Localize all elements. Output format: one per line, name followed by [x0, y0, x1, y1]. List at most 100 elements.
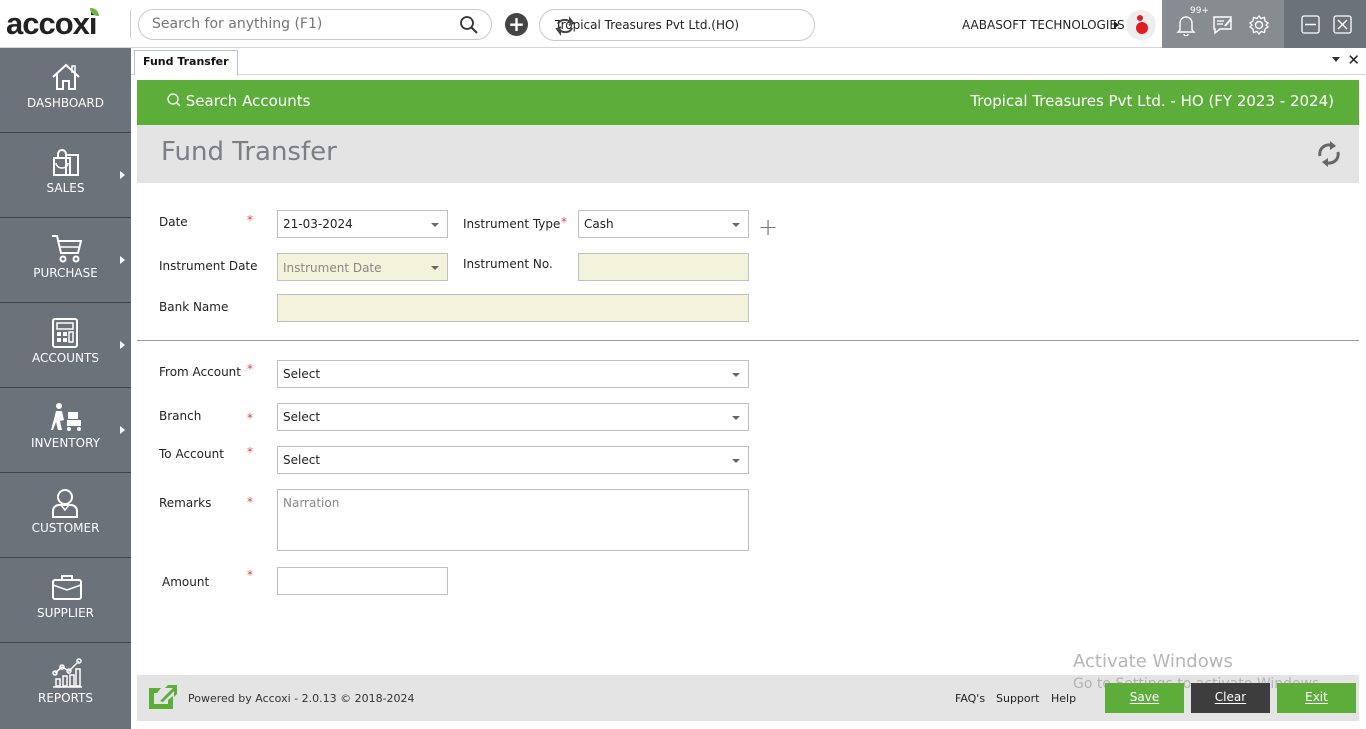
calculator-icon	[52, 318, 78, 348]
instrument-no-label: Instrument No.	[463, 257, 553, 271]
sidebar-item-label: SUPPLIER	[36, 606, 95, 620]
chevron-down-icon	[732, 223, 740, 227]
sidebar-item-label: SALES	[46, 181, 85, 195]
user-menu-caret-icon[interactable]	[1114, 21, 1119, 29]
company-fy-label: Tropical Treasures Pvt Ltd. - HO (FY 202…	[970, 92, 1334, 110]
required-mark: *	[247, 495, 253, 509]
exit-label: Exit	[1305, 690, 1328, 704]
date-label: Date	[159, 215, 188, 229]
bank-name-input[interactable]	[277, 294, 749, 322]
add-instrument-type-icon[interactable]: +	[758, 213, 778, 241]
save-label: Save	[1129, 690, 1160, 704]
branch-select[interactable]: Select	[277, 403, 749, 431]
faq-link[interactable]: FAQ's	[955, 692, 985, 705]
minimize-icon[interactable]	[1301, 15, 1320, 38]
date-picker[interactable]: 21-03-2024	[277, 210, 448, 238]
chart-icon	[52, 658, 82, 688]
instrument-type-select[interactable]: Cash	[578, 210, 749, 238]
window-controls	[1284, 0, 1366, 48]
tab-fund-transfer[interactable]: Fund Transfer	[134, 50, 238, 76]
toolbar-icons	[1162, 0, 1284, 48]
instrument-no-input[interactable]	[578, 253, 749, 281]
briefcase-icon	[52, 575, 82, 600]
refresh-icon[interactable]	[1315, 138, 1343, 174]
bank-name-label: Bank Name	[159, 300, 229, 314]
instrument-type-value: Cash	[584, 217, 614, 231]
sidebar-item-inventory[interactable]: INVENTORY	[0, 388, 131, 473]
sidebar-item-label: REPORTS	[37, 691, 93, 705]
to-account-label: To Account	[159, 447, 224, 461]
switch-company-icon[interactable]	[555, 16, 805, 39]
sidebar-item-label: PURCHASE	[33, 266, 98, 280]
sidebar-item-customer[interactable]: CUSTOMER	[0, 473, 131, 558]
branch-label: Branch	[159, 409, 202, 423]
submenu-caret-icon	[120, 171, 125, 179]
accoxi-footer-logo-icon	[146, 685, 178, 713]
message-icon[interactable]	[1212, 14, 1234, 40]
home-icon	[52, 63, 80, 90]
company-selector[interactable]: Tropical Treasures Pvt Ltd.(HO)	[539, 9, 815, 41]
search-accounts-button[interactable]: Search Accounts	[167, 92, 310, 110]
global-search[interactable]	[138, 9, 492, 40]
from-account-value: Select	[283, 367, 321, 381]
sidebar-item-purchase[interactable]: PURCHASE	[0, 218, 131, 303]
search-accounts-label: Search Accounts	[185, 92, 311, 110]
instrument-date-picker[interactable]: Instrument Date	[277, 253, 448, 281]
sidebar-item-accounts[interactable]: ACCOUNTS	[0, 303, 131, 388]
sidebar-item-label: ACCOUNTS	[32, 351, 99, 365]
sidebar-item-dashboard[interactable]: DASHBOARD	[0, 48, 131, 133]
to-account-select[interactable]: Select	[277, 446, 749, 474]
branch-value: Select	[283, 410, 321, 424]
sidebar-item-label: CUSTOMER	[31, 521, 100, 535]
sidebar-item-reports[interactable]: REPORTS	[0, 643, 131, 728]
notification-badge: 99+	[1190, 6, 1209, 16]
sidebar: DASHBOARD SALES PURCHASE ACCOUNTS INVENT…	[0, 48, 131, 729]
sidebar-item-supplier[interactable]: SUPPLIER	[0, 558, 131, 643]
bell-icon[interactable]	[1176, 14, 1196, 40]
from-account-label: From Account	[159, 365, 241, 379]
page-title-bar: Fund Transfer	[137, 125, 1359, 183]
submenu-caret-icon	[120, 426, 125, 434]
close-window-icon[interactable]	[1333, 15, 1352, 38]
required-mark: *	[247, 411, 253, 425]
exit-button[interactable]: Exit	[1277, 683, 1356, 713]
amount-label: Amount	[162, 575, 210, 589]
submenu-caret-icon	[120, 341, 125, 349]
instrument-date-placeholder: Instrument Date	[283, 261, 382, 275]
required-mark: *	[561, 215, 567, 229]
logo-divider	[130, 10, 131, 38]
amount-input[interactable]	[277, 567, 448, 595]
account-search-bar: Search Accounts Tropical Treasures Pvt L…	[137, 80, 1359, 125]
close-tab-icon[interactable]: ✕	[1347, 51, 1360, 69]
top-bar: accoxi + Tropical Treasures Pvt Ltd.(HO)…	[0, 0, 1366, 48]
user-name[interactable]: AABASOFT TECHNOLOGIES	[962, 18, 1125, 32]
trolley-icon	[51, 403, 81, 431]
page-title: Fund Transfer	[161, 137, 337, 167]
chevron-down-icon	[732, 373, 740, 377]
remarks-textarea[interactable]: Narration	[277, 489, 749, 551]
quick-add-button[interactable]: +	[505, 13, 528, 36]
remarks-label: Remarks	[159, 496, 212, 510]
sidebar-item-sales[interactable]: SALES	[0, 133, 131, 218]
tab-list-dropdown-icon[interactable]	[1332, 57, 1340, 62]
user-icon	[52, 489, 78, 518]
required-mark: *	[247, 362, 253, 376]
section-divider	[137, 340, 1359, 341]
accoxi-logo[interactable]: accoxi	[6, 6, 99, 42]
from-account-select[interactable]: Select	[277, 360, 749, 388]
remarks-placeholder: Narration	[283, 496, 340, 510]
activate-windows-watermark: Activate Windows	[1073, 651, 1233, 672]
chevron-down-icon	[431, 223, 439, 227]
powered-by-text: Powered by Accoxi - 2.0.13 © 2018-2024	[188, 692, 415, 705]
save-button[interactable]: Save	[1105, 683, 1184, 713]
avatar[interactable]	[1126, 10, 1156, 40]
sidebar-item-label: INVENTORY	[31, 436, 100, 450]
required-mark: *	[247, 213, 253, 227]
help-link[interactable]: Help	[1051, 692, 1076, 705]
gear-icon[interactable]	[1248, 14, 1270, 40]
required-mark: *	[247, 445, 253, 459]
global-search-input[interactable]	[152, 16, 452, 32]
clear-button[interactable]: Clear	[1191, 683, 1270, 713]
support-link[interactable]: Support	[996, 692, 1039, 705]
search-icon[interactable]	[459, 15, 479, 39]
